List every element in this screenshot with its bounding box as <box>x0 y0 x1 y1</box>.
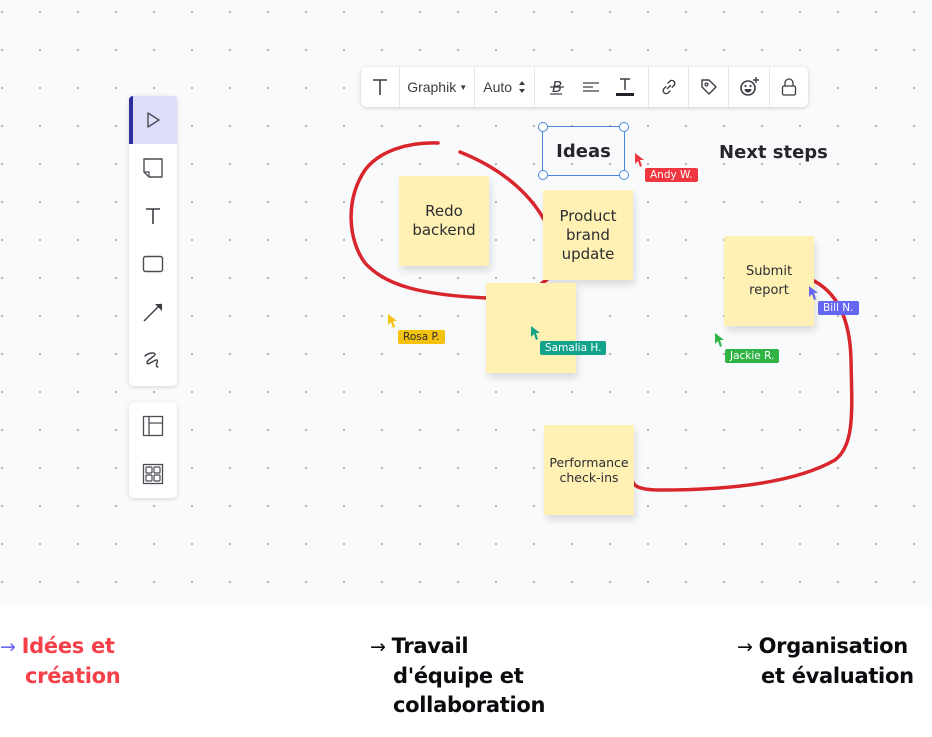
arrow-right-icon: → <box>0 636 16 658</box>
sticky-note[interactable]: Product brand update <box>543 190 633 280</box>
resize-handle[interactable] <box>619 122 629 132</box>
sticky-note-icon <box>143 158 163 178</box>
font-size-stepper[interactable]: Auto <box>475 67 536 107</box>
stepper-icon <box>519 81 526 93</box>
collaborator-tag: Rosa P. <box>398 330 445 344</box>
align-left-icon <box>582 82 599 92</box>
pointer-icon <box>147 112 160 128</box>
reaction-button[interactable] <box>729 67 770 107</box>
cursor-icon <box>715 333 724 347</box>
rectangle-icon <box>142 255 164 273</box>
sticky-text: Performance check-ins <box>549 455 629 485</box>
lock-button[interactable] <box>770 67 808 107</box>
text-icon <box>373 79 388 95</box>
font-family-dropdown[interactable]: Graphik ▼ <box>400 67 476 107</box>
category-organisation[interactable]: → Organisation et évaluation <box>737 632 914 691</box>
tool-sidebar <box>129 96 177 386</box>
category-title-line: Travail <box>391 634 469 658</box>
bold-strikethrough-icon: B <box>550 78 565 96</box>
cursor-icon <box>531 326 540 340</box>
arrow-icon <box>143 303 162 322</box>
tool-sidebar-extras <box>129 402 177 498</box>
resize-handle[interactable] <box>619 170 629 180</box>
collaborator-tag: Bill N. <box>818 301 859 315</box>
bold-button[interactable]: B <box>548 77 566 97</box>
arrow-right-icon: → <box>737 636 753 658</box>
caret-down-icon: ▼ <box>459 82 468 92</box>
collaborator-tag: Jackie R. <box>725 349 780 363</box>
category-title-line: Idées et <box>21 634 115 658</box>
tool-select[interactable] <box>129 96 177 144</box>
tool-shape[interactable] <box>129 240 177 288</box>
collaborator-tag: Andy W. <box>645 168 698 182</box>
tool-text[interactable] <box>129 192 177 240</box>
link-button[interactable] <box>649 67 690 107</box>
sticky-text: Product brand update <box>559 206 617 263</box>
tag-button[interactable] <box>689 67 730 107</box>
ideas-label-selection[interactable]: Ideas <box>538 122 629 180</box>
text-style-button[interactable] <box>361 67 401 107</box>
category-title-line: collaboration <box>393 693 546 717</box>
category-title-line: d'équipe et <box>393 664 524 688</box>
sticky-text: Submit report <box>745 264 793 298</box>
cursor-icon <box>388 314 397 328</box>
text-format-toolbar: Graphik ▼ Auto B <box>361 67 808 107</box>
tool-line[interactable] <box>129 288 177 336</box>
grid-icon <box>142 463 164 485</box>
resize-handle[interactable] <box>538 122 548 132</box>
text-color-icon <box>615 78 634 96</box>
link-icon <box>662 79 676 95</box>
sticky-note[interactable]: Performance check-ins <box>544 425 634 515</box>
sticky-text: Redo backend <box>412 202 476 239</box>
layout-icon <box>142 415 164 437</box>
tool-draw[interactable] <box>129 336 177 384</box>
category-title-line: création <box>25 664 121 688</box>
text-icon <box>146 208 160 224</box>
text-format-group: B <box>535 67 649 107</box>
category-teamwork[interactable]: → Travail d'équipe et collaboration <box>370 632 545 720</box>
next-steps-label[interactable]: Next steps <box>719 142 828 163</box>
cursor-icon <box>809 286 818 300</box>
category-title-line: et évaluation <box>761 664 914 688</box>
sticky-note[interactable]: Redo backend <box>399 176 489 266</box>
cursor-icon <box>635 153 644 167</box>
tag-icon <box>701 79 717 95</box>
sticky-note[interactable]: Submit report <box>724 236 814 326</box>
tool-sticky-note[interactable] <box>129 144 177 192</box>
tool-templates[interactable] <box>129 450 177 498</box>
align-button[interactable] <box>581 77 601 97</box>
emoji-add-icon <box>740 77 760 96</box>
collaborator-tag: Samalia H. <box>540 341 607 355</box>
resize-handle[interactable] <box>538 170 548 180</box>
tool-frames[interactable] <box>129 402 177 450</box>
category-title-line: Organisation <box>758 634 909 658</box>
text-color-button[interactable] <box>615 76 635 98</box>
category-ideas-creation[interactable]: → Idées et création <box>0 632 121 691</box>
freehand-icon <box>144 352 159 368</box>
font-family-label: Graphik <box>407 79 457 95</box>
font-size-label: Auto <box>483 79 513 95</box>
ideas-label: Ideas <box>556 140 611 162</box>
lock-icon <box>781 78 796 96</box>
arrow-right-icon: → <box>370 636 386 658</box>
